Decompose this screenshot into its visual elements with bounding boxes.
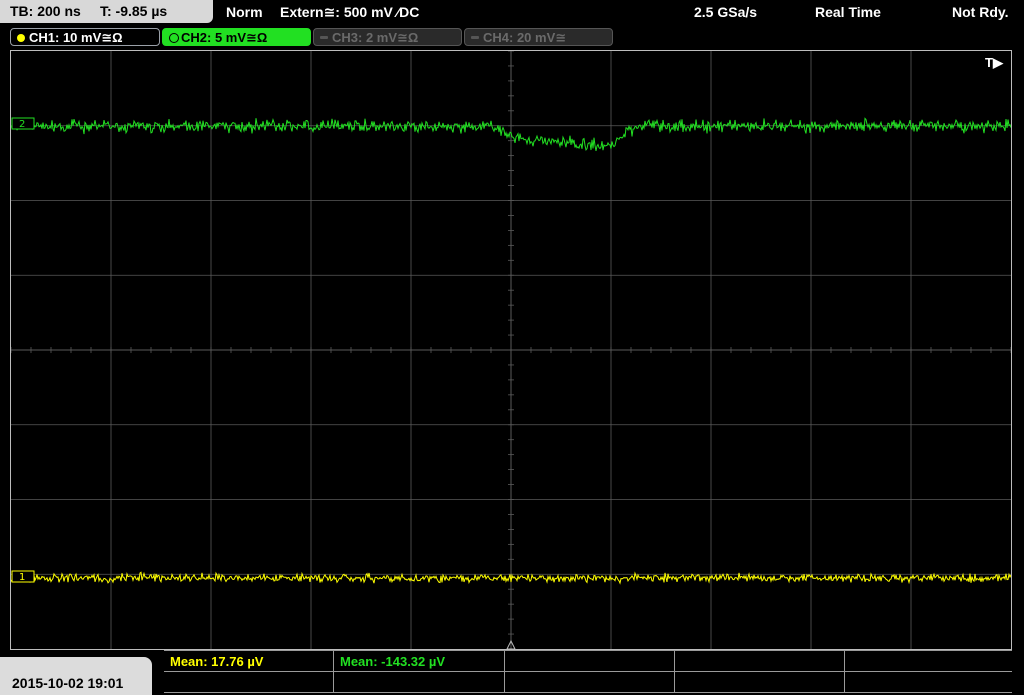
measurement-slot-7[interactable] (334, 672, 505, 693)
datetime-panel: 2015-10-02 19:01 (0, 657, 152, 695)
channel-2-label: CH2: 5 mV≅Ω (181, 30, 268, 45)
measurement-slot-4[interactable] (675, 651, 845, 672)
channel-3-label: CH3: 2 mV≅Ω (332, 30, 419, 45)
channel-1-marker-label: 1 (19, 572, 25, 583)
trigger-time-readout: T: -9.85 µs (100, 3, 168, 19)
channel-3-indicator-icon (320, 36, 328, 39)
channel-2-marker-label: 2 (19, 119, 25, 130)
channel-2-tab[interactable]: CH2: 5 mV≅Ω (162, 28, 311, 46)
trigger-status: Not Rdy. (952, 4, 1009, 20)
channel-4-tab[interactable]: CH4: 20 mV≅ (464, 28, 613, 46)
channel-1-indicator-icon (17, 34, 25, 42)
status-bar: TB: 200 ns T: -9.85 µs Norm Extern≅: 500… (0, 0, 1024, 24)
waveform-display[interactable]: 2 1 T▶ (11, 51, 1011, 649)
channel-2-ground-marker[interactable]: 2 (11, 117, 35, 130)
measurement-slot-3[interactable] (505, 651, 675, 672)
channel-4-label: CH4: 20 mV≅ (483, 30, 567, 45)
channel-1-tab[interactable]: CH1: 10 mV≅Ω (10, 28, 160, 46)
measurement-slot-10[interactable] (845, 672, 1012, 693)
timebase-panel[interactable]: TB: 200 ns T: -9.85 µs (0, 0, 213, 23)
measurement-slot-5[interactable] (845, 651, 1012, 672)
datetime-readout: 2015-10-02 19:01 (12, 675, 124, 691)
channel-1-ground-marker[interactable]: 1 (11, 570, 35, 583)
trigger-source[interactable]: Extern≅: 500 mV ⁄DC (280, 4, 419, 21)
measurement-slot-8[interactable] (505, 672, 675, 693)
measurement-ch1-mean[interactable]: Mean: 17.76 µV (164, 651, 334, 672)
measurement-table: Mean: 17.76 µV Mean: -143.32 µV (164, 651, 1012, 695)
acquisition-mode[interactable]: Norm (226, 4, 263, 20)
timebase-readout: TB: 200 ns (10, 3, 81, 19)
trigger-position-marker[interactable]: T▶ (985, 55, 1004, 70)
channel-2-indicator-icon (169, 33, 179, 43)
measurement-slot-6[interactable] (164, 672, 334, 693)
channel-1-label: CH1: 10 mV≅Ω (29, 30, 123, 45)
measurement-slot-9[interactable] (675, 672, 845, 693)
graticule (11, 51, 1011, 649)
measurement-ch2-mean[interactable]: Mean: -143.32 µV (334, 651, 505, 672)
channel-4-indicator-icon (471, 36, 479, 39)
acquisition-type: Real Time (815, 4, 881, 20)
channel-3-tab[interactable]: CH3: 2 mV≅Ω (313, 28, 462, 46)
sample-rate: 2.5 GSa/s (694, 4, 758, 20)
